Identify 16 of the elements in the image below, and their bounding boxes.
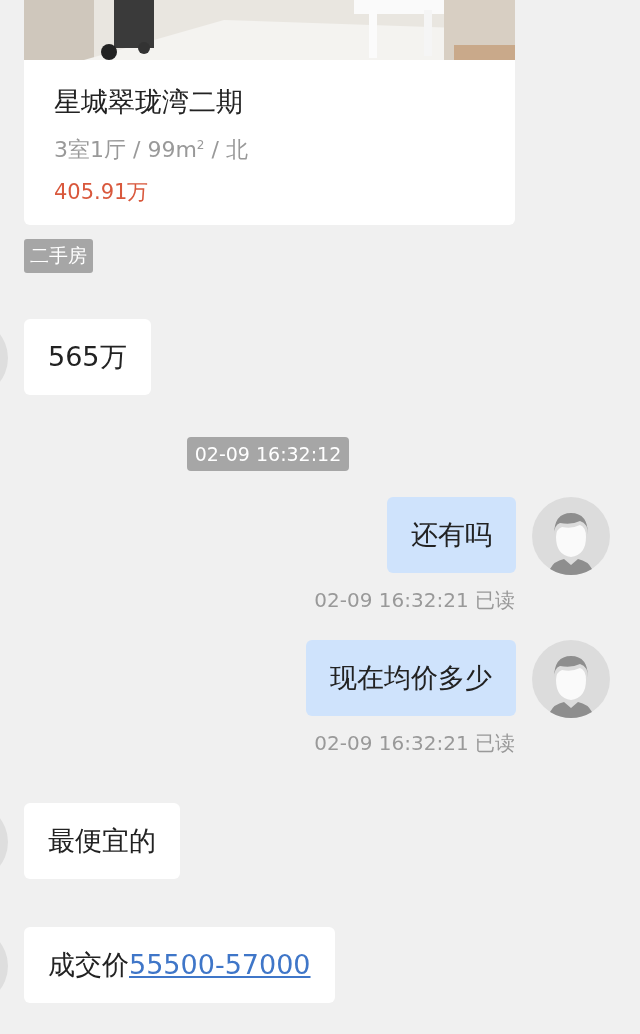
listing-card[interactable]: 星城翠珑湾二期 3室1厅 / 99m$^{2}$ / 北 405.91万 <box>24 0 515 226</box>
listing-title: 星城翠珑湾二期 <box>54 85 244 119</box>
listing-tag: 二手房 <box>24 239 93 274</box>
listing-specs: 3室1厅 / 99m$^{2}$ / 北 <box>54 136 249 165</box>
avatar-icon[interactable] <box>532 640 610 719</box>
message-bubble: 最便宜的 <box>24 803 180 880</box>
message-bubble: 565万 <box>24 319 151 396</box>
price-link[interactable]: 55500-57000 <box>129 949 311 981</box>
read-receipt: 02-09 16:32:21 已读 <box>313 730 516 758</box>
avatar-icon[interactable] <box>532 497 610 576</box>
timestamp: 02-09 16:32:12 <box>186 437 350 472</box>
message-bubble: 还有吗 <box>387 497 516 574</box>
read-receipt: 02-09 16:32:21 已读 <box>313 587 516 615</box>
message-bubble: 现在均价多少 <box>306 640 516 717</box>
message-bubble: 成交价55500-57000 <box>24 927 335 1004</box>
listing-price: 405.91万 <box>54 179 150 207</box>
